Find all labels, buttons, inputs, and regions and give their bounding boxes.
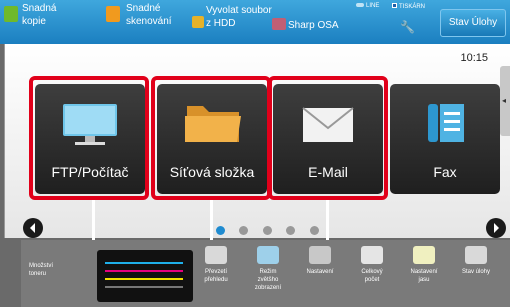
large-display-mode-label: Režim zvětšho zobrazení	[254, 269, 282, 291]
job-status-shortcut-button[interactable]: Stav úlohy	[449, 246, 503, 304]
toner-cyan-bar	[105, 262, 183, 264]
total-count-button[interactable]: Celkový počet	[345, 246, 399, 304]
clock: 10:15	[460, 52, 488, 64]
previous-page-button[interactable]	[23, 218, 43, 238]
total-count-label: Celkový počet	[361, 269, 383, 283]
copy-icon	[4, 6, 18, 22]
fax-tile[interactable]: Fax	[390, 84, 500, 194]
highlight-box-email	[268, 76, 388, 200]
next-page-button[interactable]	[486, 218, 506, 238]
page-dot[interactable]	[286, 226, 296, 235]
highlight-box-ftp	[29, 76, 149, 200]
large-display-mode-button[interactable]: Režim zvětšho zobrazení	[241, 246, 295, 304]
line-label: LINE	[366, 3, 380, 9]
line-indicator: LINE	[356, 3, 379, 9]
brightness-settings-label: Nastavení jasu	[410, 269, 438, 283]
page-dot[interactable]	[262, 226, 272, 235]
osa-icon	[272, 18, 286, 30]
receive-overview-label: Převzetí přehledu	[204, 269, 228, 283]
highlight-box-network-folder	[151, 76, 271, 200]
easy-scan-label: Snadné skenování	[126, 3, 172, 27]
page-dot[interactable]	[216, 226, 225, 235]
document-icon	[205, 246, 227, 264]
retrieve-hdd-file-label: Vyvolat soubor z HDD	[206, 5, 272, 29]
settings-label: Nastavení	[306, 269, 334, 275]
page-dot[interactable]	[239, 226, 249, 235]
printer-label: TISKÁRN	[399, 4, 426, 10]
line-status-icon	[356, 3, 364, 7]
receive-overview-button[interactable]: Převzetí přehledu	[189, 246, 243, 304]
printer-indicator: TISKÁRN	[392, 3, 425, 10]
brightness-icon	[413, 246, 435, 264]
counter-icon	[361, 246, 383, 264]
zoom-text-icon	[257, 246, 279, 264]
fax-icon	[428, 104, 464, 142]
page-indicator	[216, 222, 329, 240]
bottom-bar: Množství toneru Převzetí přehledu Režim …	[21, 240, 510, 307]
toner-level-widget[interactable]	[97, 250, 193, 302]
scan-icon	[106, 6, 120, 22]
top-bar: Snadná kopie Snadné skenování Vyvolat so…	[0, 0, 510, 44]
folder-icon	[192, 16, 204, 28]
chevron-left-icon: ◂	[502, 96, 507, 105]
retrieve-hdd-file-button[interactable]: Vyvolat soubor z HDD	[188, 0, 272, 44]
toner-black-bar	[105, 286, 183, 288]
settings-button[interactable]: Nastavení	[293, 246, 347, 304]
chevron-right-icon	[494, 223, 499, 233]
tool-icon: 🔧	[400, 20, 415, 34]
easy-scan-button[interactable]: Snadné skenování	[98, 0, 188, 44]
toner-magenta-bar	[105, 270, 183, 272]
toner-label: Množství toneru	[29, 263, 54, 277]
brightness-settings-button[interactable]: Nastavení jasu	[397, 246, 451, 304]
easy-copy-button[interactable]: Snadná kopie	[0, 0, 98, 44]
wrench-icon	[309, 246, 331, 264]
job-status-button[interactable]: Stav Úlohy	[440, 9, 506, 37]
easy-copy-label: Snadná kopie	[22, 3, 57, 27]
side-panel-handle[interactable]: ◂	[500, 66, 510, 136]
chevron-left-icon	[30, 223, 35, 233]
sharp-osa-button[interactable]: Sharp OSA	[270, 0, 348, 44]
job-status-icon	[465, 246, 487, 264]
printer-status-icon	[392, 3, 397, 8]
fax-label: Fax	[433, 164, 457, 180]
page-dot[interactable]	[309, 226, 319, 235]
toner-yellow-bar	[105, 278, 183, 280]
sharp-osa-label: Sharp OSA	[288, 20, 339, 31]
job-status-shortcut-label: Stav úlohy	[461, 269, 491, 275]
